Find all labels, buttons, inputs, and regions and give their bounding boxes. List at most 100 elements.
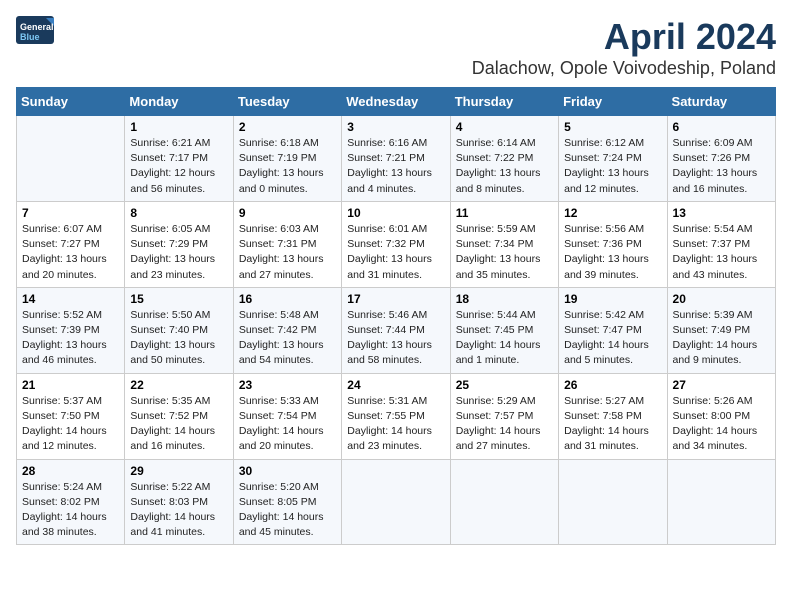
day-info: Sunrise: 5:35 AMSunset: 7:52 PMDaylight:…: [130, 394, 227, 455]
day-info: Sunrise: 5:46 AMSunset: 7:44 PMDaylight:…: [347, 308, 444, 369]
sunset-label: Sunset: 8:00 PM: [673, 410, 751, 422]
calendar-day-cell: 13Sunrise: 5:54 AMSunset: 7:37 PMDayligh…: [667, 201, 775, 287]
calendar-day-cell: 9Sunrise: 6:03 AMSunset: 7:31 PMDaylight…: [233, 201, 341, 287]
sunset-label: Sunset: 7:40 PM: [130, 324, 208, 336]
logo-icon: General Blue: [16, 16, 56, 48]
calendar-day-cell: 3Sunrise: 6:16 AMSunset: 7:21 PMDaylight…: [342, 116, 450, 202]
daylight-label: Daylight: 14 hours and 45 minutes.: [239, 511, 324, 538]
calendar-day-cell: 5Sunrise: 6:12 AMSunset: 7:24 PMDaylight…: [559, 116, 667, 202]
daylight-label: Daylight: 13 hours and 20 minutes.: [22, 253, 107, 280]
daylight-label: Daylight: 14 hours and 34 minutes.: [673, 425, 758, 452]
day-info: Sunrise: 6:01 AMSunset: 7:32 PMDaylight:…: [347, 222, 444, 283]
calendar-day-cell: 27Sunrise: 5:26 AMSunset: 8:00 PMDayligh…: [667, 373, 775, 459]
calendar-day-cell: [342, 459, 450, 545]
svg-text:Blue: Blue: [20, 32, 40, 42]
calendar-day-cell: 26Sunrise: 5:27 AMSunset: 7:58 PMDayligh…: [559, 373, 667, 459]
weekday-header-cell: Friday: [559, 88, 667, 116]
day-number: 10: [347, 206, 444, 220]
day-number: 16: [239, 292, 336, 306]
sunrise-label: Sunrise: 5:24 AM: [22, 481, 102, 493]
daylight-label: Daylight: 13 hours and 4 minutes.: [347, 167, 432, 194]
calendar-day-cell: 19Sunrise: 5:42 AMSunset: 7:47 PMDayligh…: [559, 287, 667, 373]
day-info: Sunrise: 5:37 AMSunset: 7:50 PMDaylight:…: [22, 394, 119, 455]
day-info: Sunrise: 5:29 AMSunset: 7:57 PMDaylight:…: [456, 394, 553, 455]
calendar-day-cell: 4Sunrise: 6:14 AMSunset: 7:22 PMDaylight…: [450, 116, 558, 202]
sunset-label: Sunset: 7:19 PM: [239, 152, 317, 164]
sunset-label: Sunset: 8:03 PM: [130, 496, 208, 508]
day-info: Sunrise: 5:24 AMSunset: 8:02 PMDaylight:…: [22, 480, 119, 541]
sunset-label: Sunset: 7:55 PM: [347, 410, 425, 422]
sunset-label: Sunset: 7:49 PM: [673, 324, 751, 336]
day-info: Sunrise: 6:03 AMSunset: 7:31 PMDaylight:…: [239, 222, 336, 283]
daylight-label: Daylight: 14 hours and 16 minutes.: [130, 425, 215, 452]
weekday-header-cell: Tuesday: [233, 88, 341, 116]
day-info: Sunrise: 5:42 AMSunset: 7:47 PMDaylight:…: [564, 308, 661, 369]
day-number: 27: [673, 378, 770, 392]
weekday-header-cell: Sunday: [17, 88, 125, 116]
day-info: Sunrise: 5:54 AMSunset: 7:37 PMDaylight:…: [673, 222, 770, 283]
day-info: Sunrise: 5:44 AMSunset: 7:45 PMDaylight:…: [456, 308, 553, 369]
day-info: Sunrise: 6:14 AMSunset: 7:22 PMDaylight:…: [456, 136, 553, 197]
daylight-label: Daylight: 13 hours and 54 minutes.: [239, 339, 324, 366]
calendar-day-cell: 30 Sunrise: 5:20 AMSunset: 8:05 PMDayligh…: [233, 459, 341, 545]
sunrise-label: Sunrise: 6:21 AM: [130, 137, 210, 149]
day-info: Sunrise: 5:52 AMSunset: 7:39 PMDaylight:…: [22, 308, 119, 369]
sunset-label: Sunset: 7:26 PM: [673, 152, 751, 164]
daylight-label: Daylight: 13 hours and 46 minutes.: [22, 339, 107, 366]
sunset-label: Sunset: 7:31 PM: [239, 238, 317, 250]
sunset-label: Sunset: 7:22 PM: [456, 152, 534, 164]
sunrise-label: Sunrise: 5:50 AM: [130, 309, 210, 321]
daylight-label: Daylight: 14 hours and 20 minutes.: [239, 425, 324, 452]
sunset-label: Sunset: 7:45 PM: [456, 324, 534, 336]
sunrise-label: Sunrise: 5:29 AM: [456, 395, 536, 407]
calendar-day-cell: 15Sunrise: 5:50 AMSunset: 7:40 PMDayligh…: [125, 287, 233, 373]
day-info: Sunrise: 5:20 AMSunset: 8:05 PMDaylight:…: [239, 480, 336, 541]
sunset-label: Sunset: 7:52 PM: [130, 410, 208, 422]
sunset-label: Sunset: 7:24 PM: [564, 152, 642, 164]
calendar-day-cell: 20Sunrise: 5:39 AMSunset: 7:49 PMDayligh…: [667, 287, 775, 373]
calendar-body: 1 Sunrise: 6:21 AMSunset: 7:17 PMDaylight…: [17, 116, 776, 545]
sunrise-label: Sunrise: 5:33 AM: [239, 395, 319, 407]
day-info: Sunrise: 5:22 AMSunset: 8:03 PMDaylight:…: [130, 480, 227, 541]
day-number: 1: [130, 120, 227, 134]
day-info: Sunrise: 6:21 AMSunset: 7:17 PMDaylight:…: [130, 136, 227, 197]
sunset-label: Sunset: 8:05 PM: [239, 496, 317, 508]
day-info: Sunrise: 6:12 AMSunset: 7:24 PMDaylight:…: [564, 136, 661, 197]
weekday-header-cell: Wednesday: [342, 88, 450, 116]
sunrise-label: Sunrise: 5:22 AM: [130, 481, 210, 493]
sunset-label: Sunset: 7:44 PM: [347, 324, 425, 336]
sunrise-label: Sunrise: 5:39 AM: [673, 309, 753, 321]
logo: General Blue: [16, 16, 56, 48]
calendar-day-cell: 17Sunrise: 5:46 AMSunset: 7:44 PMDayligh…: [342, 287, 450, 373]
location-title: Dalachow, Opole Voivodeship, Poland: [472, 58, 776, 79]
calendar-day-cell: 2Sunrise: 6:18 AMSunset: 7:19 PMDaylight…: [233, 116, 341, 202]
day-number: 30: [239, 464, 336, 478]
svg-text:General: General: [20, 22, 54, 32]
day-number: 28: [22, 464, 119, 478]
sunset-label: Sunset: 7:54 PM: [239, 410, 317, 422]
calendar-day-cell: 24Sunrise: 5:31 AMSunset: 7:55 PMDayligh…: [342, 373, 450, 459]
sunrise-label: Sunrise: 6:05 AM: [130, 223, 210, 235]
day-number: 22: [130, 378, 227, 392]
calendar-day-cell: 8Sunrise: 6:05 AMSunset: 7:29 PMDaylight…: [125, 201, 233, 287]
daylight-label: Daylight: 12 hours and 56 minutes.: [130, 167, 215, 194]
sunrise-label: Sunrise: 5:37 AM: [22, 395, 102, 407]
sunset-label: Sunset: 7:42 PM: [239, 324, 317, 336]
day-info: Sunrise: 5:39 AMSunset: 7:49 PMDaylight:…: [673, 308, 770, 369]
daylight-label: Daylight: 13 hours and 39 minutes.: [564, 253, 649, 280]
calendar-day-cell: [559, 459, 667, 545]
sunrise-label: Sunrise: 6:07 AM: [22, 223, 102, 235]
title-block: April 2024 Dalachow, Opole Voivodeship, …: [472, 16, 776, 79]
sunset-label: Sunset: 7:57 PM: [456, 410, 534, 422]
weekday-header-cell: Monday: [125, 88, 233, 116]
month-title: April 2024: [472, 16, 776, 58]
day-info: Sunrise: 6:05 AMSunset: 7:29 PMDaylight:…: [130, 222, 227, 283]
sunset-label: Sunset: 7:32 PM: [347, 238, 425, 250]
calendar-day-cell: 29Sunrise: 5:22 AMSunset: 8:03 PMDayligh…: [125, 459, 233, 545]
calendar-week-row: 14Sunrise: 5:52 AMSunset: 7:39 PMDayligh…: [17, 287, 776, 373]
sunset-label: Sunset: 7:58 PM: [564, 410, 642, 422]
sunrise-label: Sunrise: 5:31 AM: [347, 395, 427, 407]
day-info: Sunrise: 5:27 AMSunset: 7:58 PMDaylight:…: [564, 394, 661, 455]
calendar-day-cell: 23Sunrise: 5:33 AMSunset: 7:54 PMDayligh…: [233, 373, 341, 459]
day-number: 18: [456, 292, 553, 306]
